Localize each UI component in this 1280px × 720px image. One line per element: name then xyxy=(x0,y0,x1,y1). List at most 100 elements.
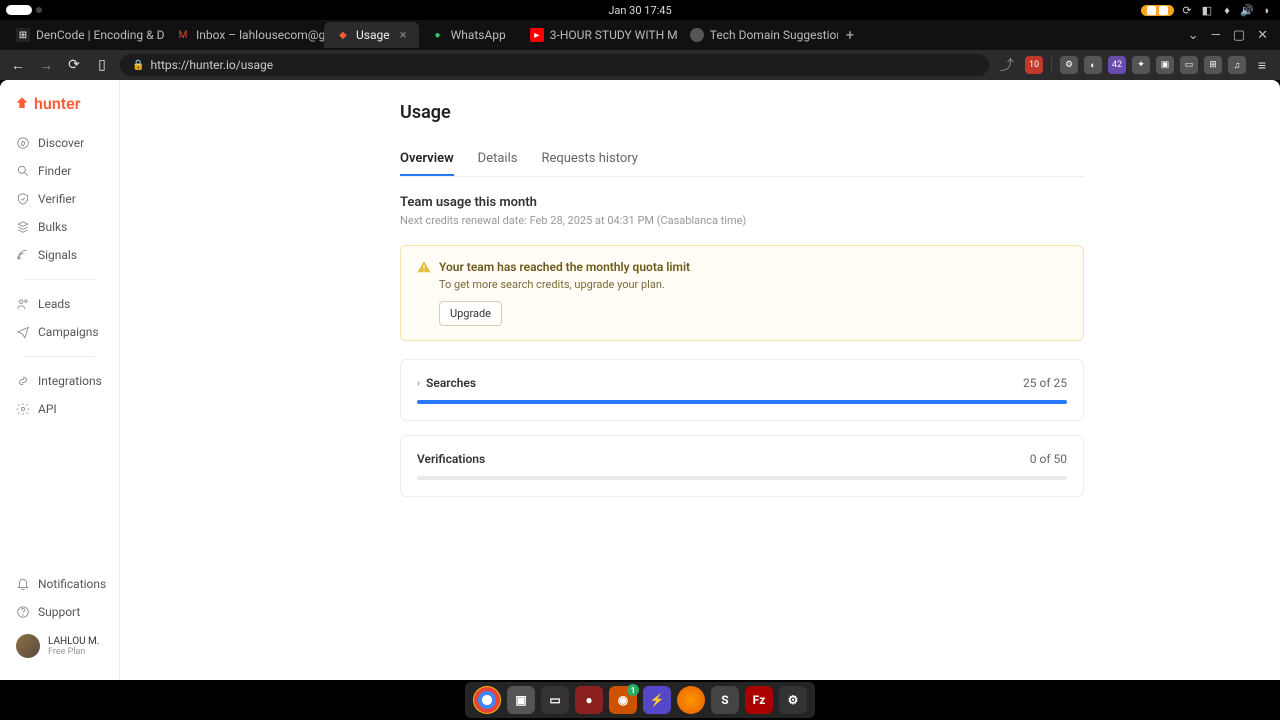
dock-filezilla-icon[interactable]: Fz xyxy=(745,686,773,714)
bell-icon xyxy=(16,577,30,591)
usage-count: 0 of 50 xyxy=(1030,452,1067,466)
link-icon xyxy=(16,374,30,388)
extension-badge[interactable]: 10 xyxy=(1025,56,1043,74)
extension-icon[interactable]: ▭ xyxy=(1180,56,1198,74)
dock-tool-icon[interactable]: ⚡ xyxy=(643,686,671,714)
browser-url-bar: ← → ⟳ ▯ 🔒 https://hunter.io/usage ⤴ 10 ⚙… xyxy=(0,50,1280,80)
tab-dencode[interactable]: ⊞ DenCode | Encoding & Dec xyxy=(4,22,164,48)
extension-icon[interactable]: ⚙ xyxy=(1060,56,1078,74)
sidebar-item-finder[interactable]: Finder xyxy=(10,157,109,185)
hunter-logo-icon xyxy=(14,96,30,112)
sidebar-item-support[interactable]: Support xyxy=(10,598,109,626)
extension-icon[interactable]: ♫ xyxy=(1228,56,1246,74)
reader-mode-icon[interactable]: ▯ xyxy=(92,55,112,75)
tab-inbox[interactable]: M Inbox – lahlousecom@gmail xyxy=(164,22,324,48)
bluetooth-icon[interactable]: ♦ xyxy=(1220,3,1234,17)
users-icon xyxy=(16,297,30,311)
tab-overview[interactable]: Overview xyxy=(400,143,454,176)
sidebar-item-integrations[interactable]: Integrations xyxy=(10,367,109,395)
sidebar-item-verifier[interactable]: Verifier xyxy=(10,185,109,213)
dock-sublime-icon[interactable]: S xyxy=(711,686,739,714)
user-name: LAHLOU M. xyxy=(48,636,99,647)
tab-usage[interactable]: ◆ Usage × xyxy=(324,22,419,48)
usage-label: Verifications xyxy=(417,452,485,466)
hamburger-menu-icon[interactable]: ≡ xyxy=(1252,55,1272,75)
url-text: https://hunter.io/usage xyxy=(150,58,273,72)
usage-card-verifications[interactable]: Verifications 0 of 50 xyxy=(400,435,1084,497)
tab-requests-history[interactable]: Requests history xyxy=(541,143,638,176)
system-tray: ⟳ ◧ ♦ 🔊 ◗ xyxy=(1141,3,1274,17)
tab-tech-domain[interactable]: Tech Domain Suggestions xyxy=(678,22,838,48)
sidebar-item-signals[interactable]: Signals xyxy=(10,241,109,269)
section-title: Team usage this month xyxy=(400,195,1084,210)
back-button[interactable]: ← xyxy=(8,55,28,75)
brand-logo[interactable]: hunter xyxy=(0,94,119,129)
usage-card-searches[interactable]: › Searches 25 of 25 xyxy=(400,359,1084,421)
new-tab-button[interactable]: + xyxy=(838,26,863,44)
layers-icon xyxy=(16,220,30,234)
dock-files-icon[interactable]: ▣ xyxy=(507,686,535,714)
dock-terminal-icon[interactable]: ▭ xyxy=(541,686,569,714)
tab-details[interactable]: Details xyxy=(478,143,518,176)
sidebar-item-discover[interactable]: Discover xyxy=(10,129,109,157)
battery-icon[interactable]: ◗ xyxy=(1260,3,1274,17)
wifi-icon[interactable]: ◧ xyxy=(1200,3,1214,17)
recording-indicator[interactable] xyxy=(1141,5,1174,16)
system-clock[interactable]: Jan 30 17:45 xyxy=(608,4,671,17)
tab-label: Usage xyxy=(356,28,390,42)
tabs-dropdown-icon[interactable]: ⌄ xyxy=(1188,28,1199,43)
dock-burp-icon[interactable]: ◉ xyxy=(609,686,637,714)
address-bar[interactable]: 🔒 https://hunter.io/usage xyxy=(120,54,989,76)
extension-icon[interactable]: 42 xyxy=(1108,56,1126,74)
tab-label: WhatsApp xyxy=(451,28,506,42)
refresh-icon[interactable]: ⟳ xyxy=(1180,3,1194,17)
system-top-bar: Jan 30 17:45 ⟳ ◧ ♦ 🔊 ◗ xyxy=(0,0,1280,20)
browser-tab-strip: ⊞ DenCode | Encoding & Dec M Inbox – lah… xyxy=(0,20,1280,50)
forward-button[interactable]: → xyxy=(36,55,56,75)
sidebar-item-notifications[interactable]: Notifications xyxy=(10,570,109,598)
volume-icon[interactable]: 🔊 xyxy=(1240,3,1254,17)
sidebar-item-label: Finder xyxy=(38,164,71,178)
progress-fill xyxy=(417,400,1067,404)
sidebar-item-api[interactable]: API xyxy=(10,395,109,423)
page-title: Usage xyxy=(400,102,1084,123)
sidebar-item-label: Verifier xyxy=(38,192,76,206)
tab-youtube[interactable]: ▸ 3-HOUR STUDY WITH ME xyxy=(518,22,678,48)
dock-firefox-icon[interactable] xyxy=(677,686,705,714)
share-icon[interactable]: ⤴ xyxy=(997,55,1017,75)
close-window-icon[interactable]: ✕ xyxy=(1257,28,1268,43)
extension-icon[interactable]: ▣ xyxy=(1156,56,1174,74)
gmail-icon: M xyxy=(176,28,190,42)
tab-favicon: ⊞ xyxy=(16,28,30,42)
usage-label: Searches xyxy=(426,376,476,390)
extension-icon[interactable]: ◐ xyxy=(1084,56,1102,74)
extension-icon[interactable]: ✦ xyxy=(1132,56,1150,74)
sidebar-item-leads[interactable]: Leads xyxy=(10,290,109,318)
tab-label: 3-HOUR STUDY WITH ME xyxy=(550,28,678,42)
hunter-icon: ◆ xyxy=(336,28,350,42)
reload-button[interactable]: ⟳ xyxy=(64,55,84,75)
progress-bar xyxy=(417,476,1067,480)
signals-icon xyxy=(16,248,30,262)
gear-icon xyxy=(16,402,30,416)
dock-chrome-icon[interactable] xyxy=(473,686,501,714)
sidebar-item-campaigns[interactable]: Campaigns xyxy=(10,318,109,346)
sidebar-item-label: Campaigns xyxy=(38,325,99,339)
tab-whatsapp[interactable]: ● WhatsApp xyxy=(419,22,518,48)
send-icon xyxy=(16,325,30,339)
minimize-icon[interactable]: — xyxy=(1211,28,1221,43)
maximize-icon[interactable]: ▢ xyxy=(1233,28,1245,43)
close-icon[interactable]: × xyxy=(400,28,407,43)
chevron-right-icon: › xyxy=(417,378,420,389)
dock-settings-icon[interactable]: ⚙ xyxy=(779,686,807,714)
upgrade-button[interactable]: Upgrade xyxy=(439,301,502,326)
whatsapp-icon: ● xyxy=(431,28,445,42)
sidebar-item-label: Notifications xyxy=(38,577,106,591)
sidebar-item-bulks[interactable]: Bulks xyxy=(10,213,109,241)
activities-pill[interactable] xyxy=(6,5,32,15)
sidebar-item-label: API xyxy=(38,402,57,416)
dock-recorder-icon[interactable]: ● xyxy=(575,686,603,714)
user-account-row[interactable]: LAHLOU M. Free Plan xyxy=(10,626,109,666)
discover-icon xyxy=(16,136,30,150)
extension-icon[interactable]: ⊞ xyxy=(1204,56,1222,74)
